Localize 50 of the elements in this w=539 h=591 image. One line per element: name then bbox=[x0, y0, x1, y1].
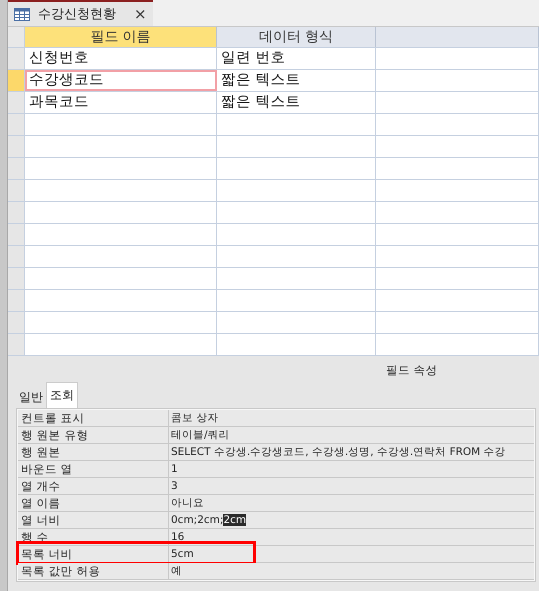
row-selector[interactable] bbox=[8, 334, 25, 355]
property-name: 행 원본 bbox=[18, 444, 169, 460]
property-value[interactable]: 예 bbox=[171, 565, 182, 577]
property-value[interactable]: 아니요 bbox=[171, 497, 204, 509]
property-name: 열 이름 bbox=[18, 495, 169, 511]
table-icon bbox=[14, 8, 30, 20]
close-button[interactable]: × bbox=[134, 5, 147, 23]
column-header: 데이터 형식 bbox=[217, 27, 376, 47]
property-value[interactable]: 1 bbox=[171, 463, 178, 475]
property-name: 열 너비 bbox=[18, 512, 169, 528]
row-selector[interactable] bbox=[8, 268, 25, 289]
select-all-corner[interactable] bbox=[8, 27, 25, 47]
table-cell: 수강생코드 bbox=[25, 70, 217, 91]
property-name: 열 개수 bbox=[18, 478, 169, 494]
row-selector[interactable] bbox=[8, 202, 25, 223]
table-cell: 짧은 텍스트 bbox=[217, 70, 376, 91]
property-name: 컨트롤 표시 bbox=[18, 410, 169, 426]
row-selector[interactable] bbox=[8, 290, 25, 311]
row-selector[interactable] bbox=[8, 92, 25, 113]
property-value[interactable]: 5cm bbox=[171, 548, 194, 560]
row-selector[interactable] bbox=[8, 224, 25, 245]
column-header: 필드 이름 bbox=[25, 27, 217, 47]
row-selector[interactable] bbox=[8, 136, 25, 157]
section-title: 필드 속성 bbox=[386, 362, 438, 378]
row-selector[interactable] bbox=[8, 312, 25, 333]
tab-title: 수강신청현황 bbox=[38, 6, 116, 23]
property-value[interactable]: 3 bbox=[171, 480, 178, 492]
table-cell: 짧은 텍스트 bbox=[217, 92, 376, 113]
property-value[interactable]: 테이블/쿼리 bbox=[171, 429, 230, 441]
property-value[interactable]: 16 bbox=[171, 531, 184, 543]
table-cell: 과목코드 bbox=[25, 92, 217, 113]
row-selector[interactable] bbox=[8, 70, 25, 91]
row-selector[interactable] bbox=[8, 114, 25, 135]
selected-text[interactable]: 2cm bbox=[223, 514, 246, 526]
property-value[interactable]: 0cm;2cm; bbox=[171, 514, 224, 526]
property-value[interactable]: 콤보 상자 bbox=[171, 412, 218, 424]
table-cell: 신청번호 bbox=[25, 48, 217, 69]
row-selector[interactable] bbox=[8, 48, 25, 69]
property-tab[interactable]: 조회 bbox=[46, 382, 78, 408]
property-name: 바운드 열 bbox=[18, 461, 169, 477]
document-tab[interactable]: 수강신청현황 × bbox=[8, 0, 153, 26]
row-selector[interactable] bbox=[8, 246, 25, 267]
property-value[interactable]: SELECT 수강생.수강생코드, 수강생.성명, 수강생.연락처 FROM 수강 bbox=[171, 446, 506, 458]
property-name: 행 원본 유형 bbox=[18, 427, 169, 443]
property-tab[interactable]: 일반 bbox=[16, 387, 46, 408]
row-selector[interactable] bbox=[8, 180, 25, 201]
table-cell: 일련 번호 bbox=[217, 48, 376, 69]
row-selector[interactable] bbox=[8, 158, 25, 179]
property-name: 목록 값만 허용 bbox=[18, 563, 169, 579]
property-name: 목록 너비 bbox=[18, 546, 169, 562]
